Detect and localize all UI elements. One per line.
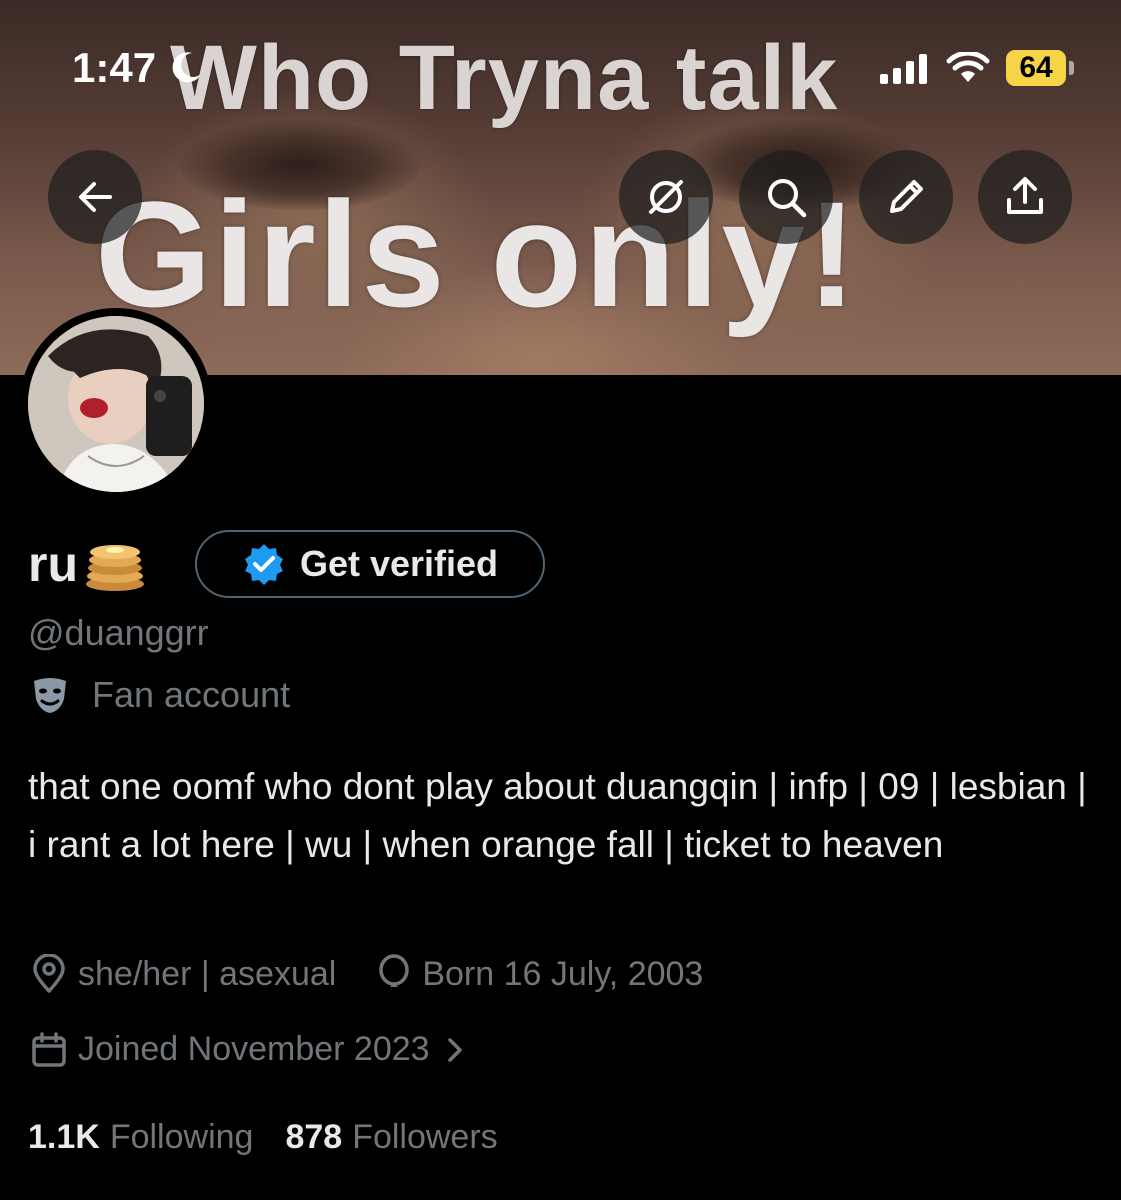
avatar[interactable]	[20, 308, 212, 500]
calendar-icon	[32, 1031, 66, 1067]
location-pin-icon	[33, 954, 65, 993]
pancakes-emoji-icon	[86, 545, 144, 591]
category-row: Fan account	[30, 674, 290, 716]
get-verified-label: Get verified	[299, 543, 499, 584]
location-text: she/her | asexual	[78, 954, 337, 993]
following-link[interactable]: 1.1K Following	[28, 1118, 253, 1157]
display-name: ru	[28, 536, 78, 592]
follow-stats: 1.1K Following 878 Followers	[28, 1118, 498, 1157]
moon-icon	[172, 52, 201, 83]
arrow-left-icon	[79, 182, 112, 212]
signal-icon	[880, 54, 927, 84]
followers-count: 878	[285, 1118, 343, 1156]
share-icon	[1007, 177, 1043, 214]
share-button[interactable]	[978, 150, 1072, 244]
avatar-photo	[28, 316, 204, 492]
meta-row-1: she/her | asexual Born 16 July, 2003	[30, 954, 703, 994]
name-row: ru	[28, 528, 146, 600]
mute-button[interactable]	[619, 150, 713, 244]
chevron-right-icon	[447, 1037, 462, 1062]
status-time: 1:47	[72, 44, 157, 91]
get-verified-button[interactable]: Get verified	[195, 530, 545, 598]
joined-text: Joined November 2023	[78, 1030, 430, 1068]
followers-label: Followers	[352, 1118, 498, 1156]
balloon-icon	[379, 954, 410, 987]
search-icon	[768, 179, 807, 218]
edit-button[interactable]	[859, 150, 953, 244]
battery-tip	[1069, 61, 1074, 75]
back-button[interactable]	[48, 150, 142, 244]
following-label: Following	[109, 1118, 254, 1156]
theater-masks-icon	[34, 678, 66, 713]
following-count: 1.1K	[28, 1118, 100, 1156]
pencil-icon	[890, 180, 923, 213]
eye-slash-icon	[649, 180, 683, 214]
battery-indicator: 64	[1006, 50, 1066, 86]
banner-text-line1: Who Tryna talk	[170, 27, 839, 129]
avatar-portrait	[28, 316, 204, 492]
followers-link[interactable]: 878 Followers	[285, 1118, 497, 1157]
birthday-text: Born 16 July, 2003	[422, 954, 704, 993]
search-button[interactable]	[739, 150, 833, 244]
joined-row[interactable]: Joined November 2023	[30, 1030, 466, 1069]
verified-badge-icon	[244, 544, 283, 585]
profile-bio: that one oomf who dont play about duangq…	[28, 766, 1087, 865]
user-handle: @duanggrr	[28, 612, 209, 653]
category-label: Fan account	[92, 674, 291, 715]
wifi-icon	[946, 52, 990, 82]
